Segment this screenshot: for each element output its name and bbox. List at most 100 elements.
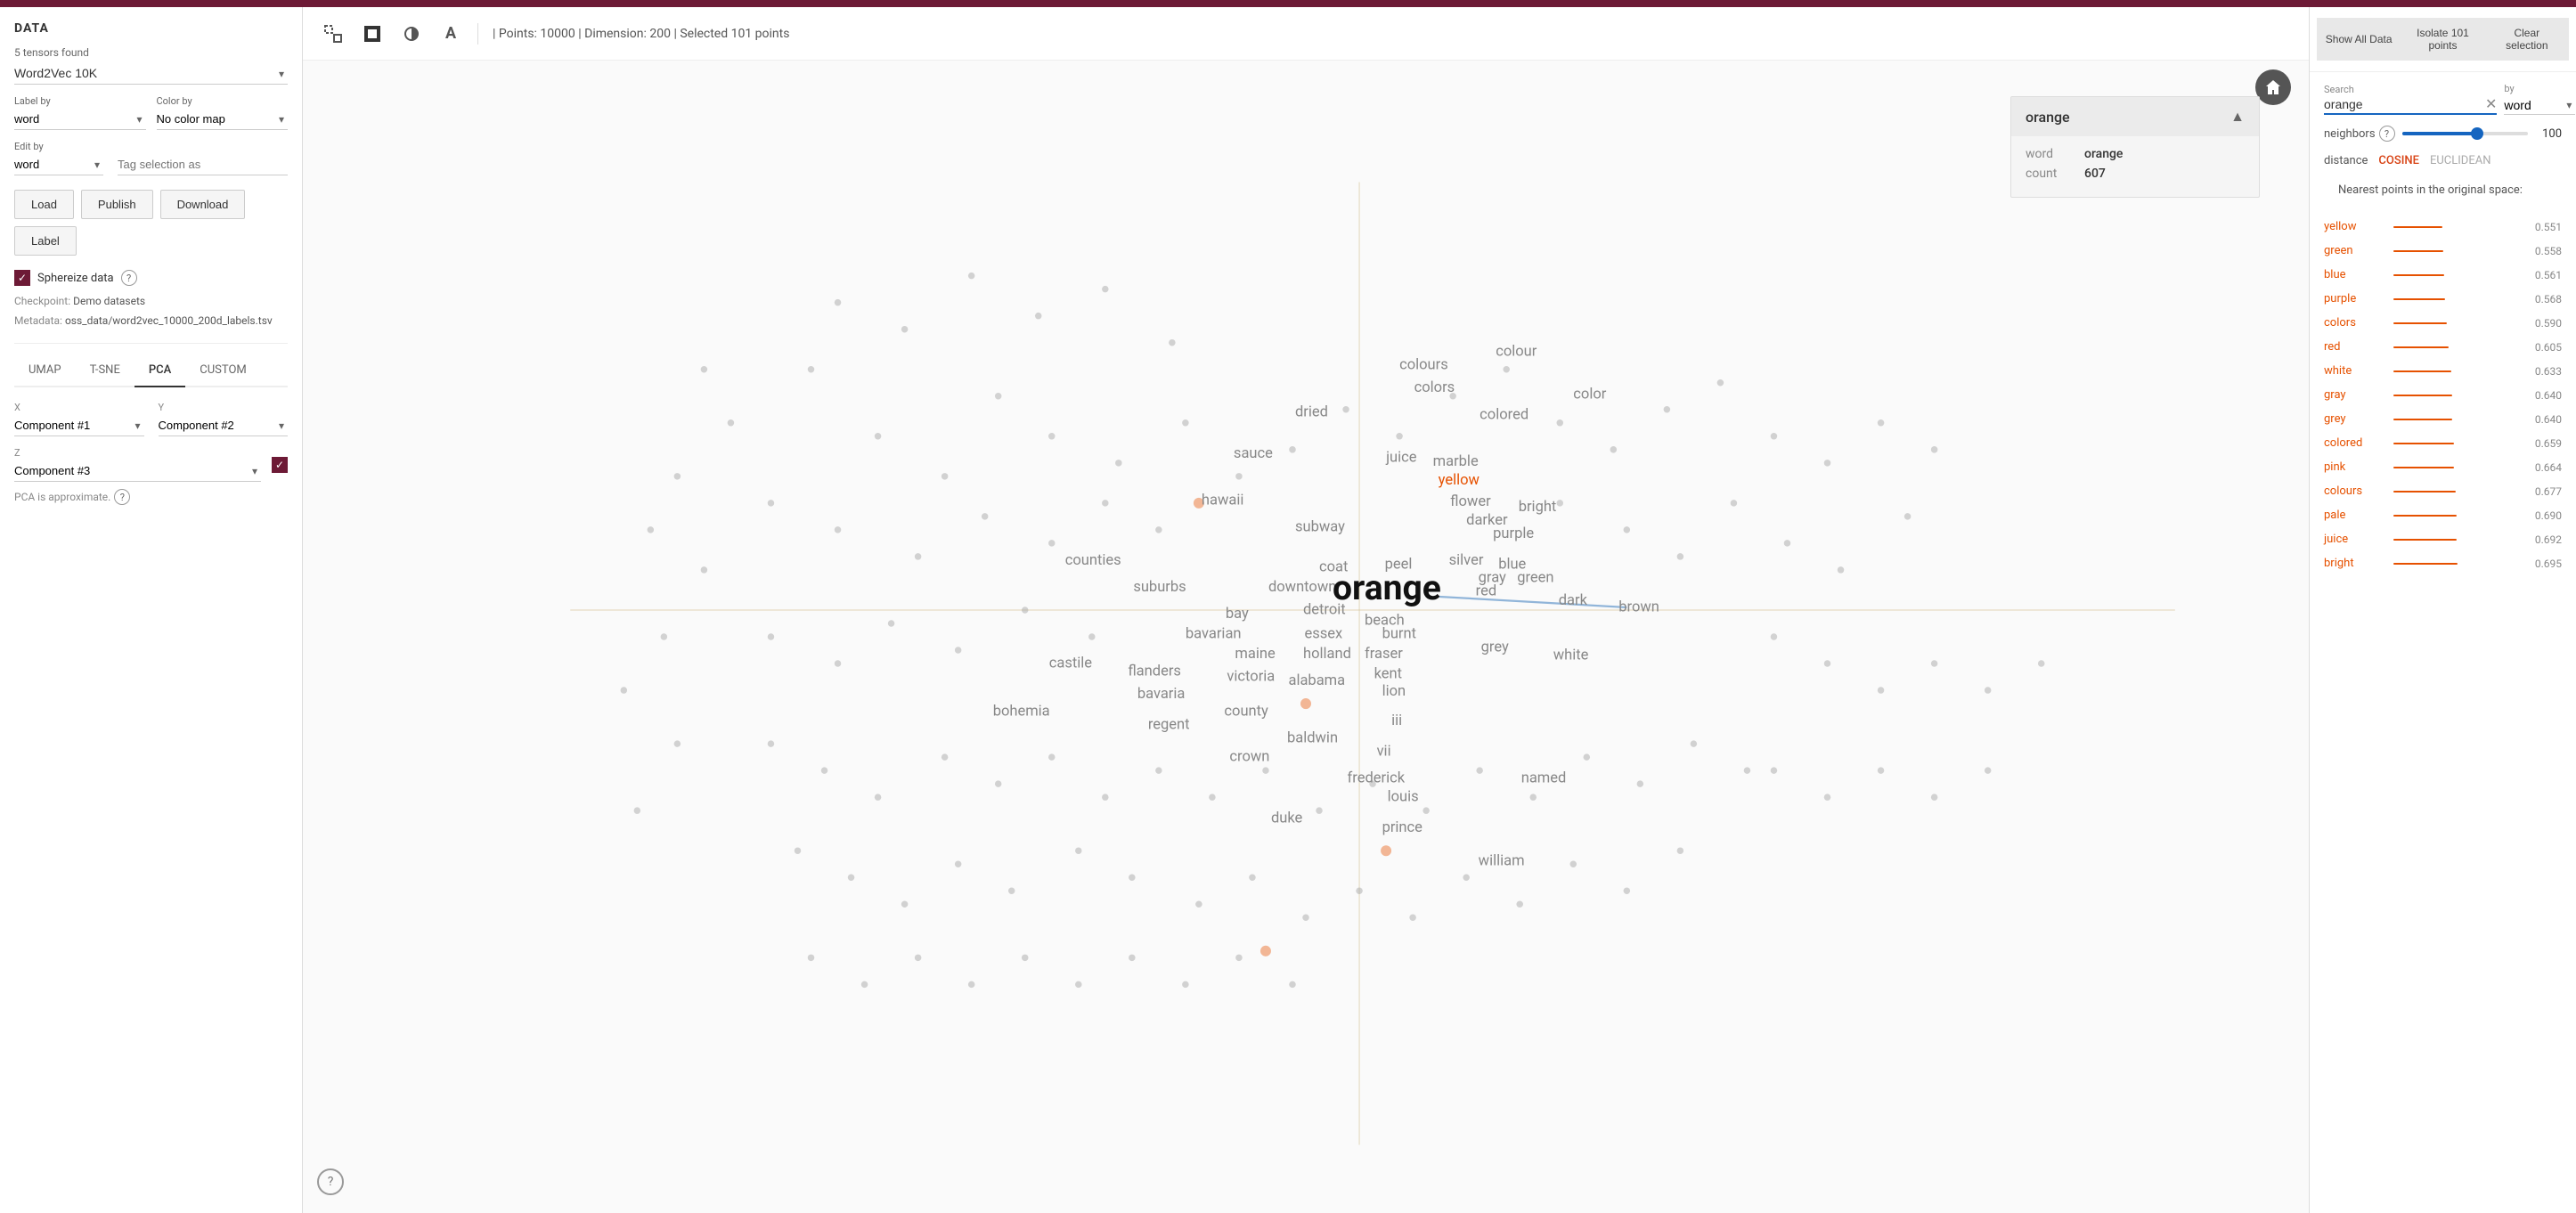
nearest-item[interactable]: colors 0.590 <box>2310 311 2576 335</box>
viz-toolbar: A | Points: 10000 | Dimension: 200 | Sel… <box>303 7 2309 61</box>
slider-thumb[interactable] <box>2471 127 2483 140</box>
load-button[interactable]: Load <box>14 190 74 219</box>
xy-row: X Component #1 ▾ Y Component #2 ▾ <box>14 402 288 436</box>
nearest-item[interactable]: pink 0.664 <box>2310 455 2576 479</box>
tab-tsne[interactable]: T-SNE <box>76 354 135 387</box>
tooltip-word-row: word orange <box>2026 147 2245 161</box>
x-field: X Component #1 ▾ <box>14 402 144 436</box>
color-by-select[interactable]: No color map <box>157 109 289 130</box>
nearest-item[interactable]: juice 0.692 <box>2310 527 2576 551</box>
label-toggle-icon[interactable]: A <box>435 18 467 50</box>
slider-fill <box>2402 132 2478 135</box>
tooltip-word-label: word <box>2026 147 2070 161</box>
z-label: Z <box>14 447 261 459</box>
right-top-buttons: Show All Data Isolate 101 points Clear s… <box>2310 18 2576 72</box>
pca-help-icon[interactable]: ? <box>114 489 130 505</box>
tooltip-chevron-icon[interactable]: ▲ <box>2230 108 2245 126</box>
sphereize-checkbox[interactable] <box>14 270 30 286</box>
nearest-score: 0.664 <box>2526 461 2562 474</box>
nearest-bar-wrap: pink <box>2324 460 2526 474</box>
z-field: Z Component #3 ▾ <box>14 447 261 482</box>
nearest-score: 0.605 <box>2526 341 2562 354</box>
svg-text:detroit: detroit <box>1303 601 1346 618</box>
x-label: X <box>14 402 144 413</box>
svg-text:baldwin: baldwin <box>1287 730 1338 747</box>
nearest-word: red <box>2324 340 2386 354</box>
clear-selection-button[interactable]: Clear selection <box>2485 18 2569 61</box>
night-mode-icon[interactable] <box>395 18 428 50</box>
nearest-item[interactable]: gray 0.640 <box>2310 383 2576 407</box>
nearest-score: 0.568 <box>2526 293 2562 305</box>
z-select[interactable]: Component #3 <box>14 460 261 482</box>
tag-selection-input[interactable] <box>118 154 288 175</box>
svg-text:purple: purple <box>1493 525 1534 542</box>
edit-by-label: Edit by <box>14 141 288 152</box>
svg-text:hawaii: hawaii <box>1202 492 1243 509</box>
label-by-select[interactable]: word <box>14 109 146 130</box>
euclidean-option[interactable]: EUCLIDEAN <box>2430 152 2491 169</box>
action-buttons: Load Publish Download Label <box>14 190 288 256</box>
help-button[interactable]: ? <box>317 1168 344 1195</box>
selection-rect-icon[interactable] <box>317 18 349 50</box>
nearest-bar <box>2393 226 2442 228</box>
x-select-wrapper: Component #1 ▾ <box>14 415 144 436</box>
nearest-bar-wrap: gray <box>2324 388 2526 402</box>
nearest-points-title: Nearest points in the original space: <box>2324 183 2562 197</box>
tab-pca[interactable]: PCA <box>135 354 185 387</box>
edit-by-select[interactable]: word <box>14 154 103 175</box>
isolate-points-button[interactable]: Isolate 101 points <box>2401 18 2484 61</box>
checkpoint-section: Checkpoint: Demo datasets <box>14 293 288 309</box>
sphereize-help-icon[interactable]: ? <box>121 270 137 286</box>
by-select-wrapper: word ▾ <box>2504 96 2575 115</box>
nearest-item[interactable]: colours 0.677 <box>2310 479 2576 503</box>
label-button[interactable]: Label <box>14 226 77 256</box>
neighbors-help-icon[interactable]: ? <box>2379 126 2395 142</box>
tab-umap[interactable]: UMAP <box>14 354 76 387</box>
dataset-select[interactable]: Word2Vec 10K <box>14 62 288 85</box>
svg-text:white: white <box>1553 647 1589 664</box>
by-group: by word ▾ <box>2504 83 2575 115</box>
download-button[interactable]: Download <box>160 190 246 219</box>
nearest-item[interactable]: colored 0.659 <box>2310 431 2576 455</box>
tab-custom[interactable]: CUSTOM <box>185 354 260 387</box>
y-select-wrapper: Component #2 ▾ <box>159 415 289 436</box>
selection-mask-icon[interactable] <box>356 18 388 50</box>
cosine-option[interactable]: COSINE <box>2378 152 2419 169</box>
nearest-score: 0.558 <box>2526 245 2562 257</box>
nearest-item[interactable]: grey 0.640 <box>2310 407 2576 431</box>
search-clear-icon[interactable]: ✕ <box>2485 97 2497 111</box>
nearest-item[interactable]: red 0.605 <box>2310 335 2576 359</box>
nearest-bar-wrap: pale <box>2324 509 2526 522</box>
nearest-item[interactable]: yellow 0.551 <box>2310 215 2576 239</box>
toolbar-divider <box>477 23 478 45</box>
svg-text:bavarian: bavarian <box>1186 626 1242 643</box>
nearest-item[interactable]: pale 0.690 <box>2310 503 2576 527</box>
z-checkbox[interactable] <box>272 457 288 473</box>
nearest-bar <box>2393 298 2445 300</box>
nearest-item[interactable]: green 0.558 <box>2310 239 2576 263</box>
svg-text:color: color <box>1573 387 1606 403</box>
neighbors-row: neighbors ? 100 <box>2324 126 2562 142</box>
neighbors-slider[interactable] <box>2402 132 2528 135</box>
publish-button[interactable]: Publish <box>81 190 153 219</box>
main-layout: DATA 5 tensors found Word2Vec 10K ▾ Labe… <box>0 7 2576 1213</box>
x-select[interactable]: Component #1 <box>14 415 144 436</box>
nearest-word: green <box>2324 244 2386 257</box>
nearest-score: 0.695 <box>2526 558 2562 570</box>
svg-text:burnt: burnt <box>1382 626 1416 643</box>
svg-text:juice: juice <box>1385 449 1417 466</box>
nearest-item[interactable]: white 0.633 <box>2310 359 2576 383</box>
scatter-canvas[interactable]: colours colour color colors colored drie… <box>303 61 2309 1213</box>
svg-text:suburbs: suburbs <box>1133 579 1186 596</box>
nearest-item[interactable]: blue 0.561 <box>2310 263 2576 287</box>
search-input[interactable] <box>2324 97 2485 111</box>
nearest-item[interactable]: bright 0.695 <box>2310 551 2576 575</box>
svg-text:downtown: downtown <box>1268 579 1336 596</box>
nearest-word: purple <box>2324 292 2386 305</box>
y-select[interactable]: Component #2 <box>159 415 289 436</box>
by-select[interactable]: word <box>2504 96 2549 114</box>
nearest-item[interactable]: purple 0.568 <box>2310 287 2576 311</box>
color-by-group: Color by No color map ▾ <box>157 95 289 130</box>
help-icon: ? <box>328 1175 334 1189</box>
show-all-data-button[interactable]: Show All Data <box>2317 18 2401 61</box>
